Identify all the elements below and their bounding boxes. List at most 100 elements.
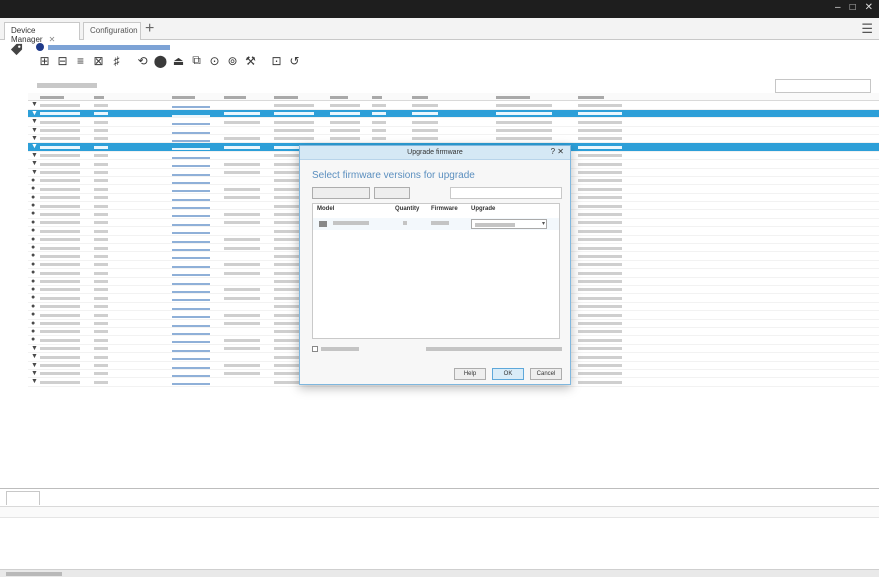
table-row[interactable]: ▼ bbox=[28, 118, 879, 127]
column-header-firmware[interactable]: Firmware bbox=[431, 206, 458, 212]
table-row[interactable]: ▼ bbox=[28, 101, 879, 110]
table-cell bbox=[578, 196, 622, 200]
column-header[interactable] bbox=[274, 95, 298, 99]
column-header[interactable] bbox=[578, 95, 605, 99]
dialog-title-bar: Upgrade firmware ? ✕ bbox=[300, 146, 570, 160]
identify-icon[interactable]: ⊟ bbox=[55, 53, 70, 68]
table-cell bbox=[172, 307, 210, 310]
upgrade-firmware-icon[interactable]: ⬤ bbox=[153, 53, 168, 68]
latest-check-text bbox=[426, 347, 562, 351]
table-cell bbox=[94, 355, 108, 359]
column-header[interactable] bbox=[94, 95, 104, 99]
table-cell bbox=[40, 288, 80, 292]
close-icon[interactable]: ✕ bbox=[557, 147, 564, 156]
table-cell bbox=[224, 162, 260, 166]
device-icon: ▼ bbox=[31, 134, 38, 142]
restore-icon[interactable]: ⊙ bbox=[207, 53, 222, 68]
discover-icon[interactable]: ⊞ bbox=[37, 53, 52, 68]
table-cell bbox=[372, 129, 386, 133]
table-cell bbox=[94, 246, 108, 250]
checkbox[interactable] bbox=[312, 346, 318, 352]
tab-device-manager[interactable]: Device Manager ✕ bbox=[4, 22, 80, 44]
backup-icon[interactable]: ⧉ bbox=[189, 53, 204, 68]
table-cell bbox=[224, 313, 260, 317]
firmware-notice-link[interactable] bbox=[48, 44, 170, 50]
upgrade-firmware-dialog: Upgrade firmware ? ✕ Select firmware ver… bbox=[299, 145, 571, 385]
table-cell bbox=[40, 296, 80, 300]
column-header-quantity[interactable]: Quantity bbox=[395, 206, 419, 212]
table-cell bbox=[224, 187, 260, 191]
table-cell bbox=[274, 129, 314, 133]
history-icon[interactable]: ↺ bbox=[287, 53, 302, 68]
search-box[interactable] bbox=[775, 79, 871, 93]
table-cell bbox=[40, 129, 80, 133]
table-cell bbox=[94, 254, 108, 258]
install-icon[interactable]: ⏏ bbox=[171, 53, 186, 68]
device-icon: ▼ bbox=[31, 151, 38, 159]
table-cell bbox=[40, 263, 80, 267]
table-cell bbox=[224, 364, 260, 367]
add-tab-button[interactable]: + bbox=[145, 20, 154, 38]
table-cell bbox=[224, 296, 260, 300]
tab-bar: Device Manager ✕ Configuration + ☰ bbox=[0, 18, 879, 44]
restart-icon[interactable]: ⊠ bbox=[91, 53, 106, 68]
table-cell bbox=[578, 171, 622, 175]
ok-button[interactable]: OK bbox=[492, 368, 524, 380]
table-cell bbox=[224, 322, 260, 326]
column-header[interactable] bbox=[40, 95, 64, 99]
cancel-button[interactable]: Cancel bbox=[530, 368, 562, 380]
device-icon: ▼ bbox=[31, 118, 38, 126]
column-header[interactable] bbox=[172, 95, 195, 99]
table-cell bbox=[172, 265, 210, 268]
tab-configuration[interactable]: Configuration bbox=[83, 22, 141, 40]
table-cell bbox=[40, 347, 80, 351]
column-header[interactable] bbox=[496, 95, 530, 99]
device-count bbox=[37, 83, 97, 88]
table-row[interactable]: ▾ bbox=[313, 218, 559, 230]
table-cell bbox=[578, 305, 622, 309]
alarm-table-header bbox=[0, 506, 879, 518]
column-header[interactable] bbox=[330, 95, 348, 99]
table-cell bbox=[172, 165, 210, 168]
table-cell bbox=[578, 263, 622, 267]
minimize-button[interactable]: – bbox=[835, 2, 841, 13]
maximize-button[interactable]: □ bbox=[850, 2, 856, 13]
table-cell bbox=[172, 332, 210, 335]
help-button[interactable]: Help bbox=[454, 368, 486, 380]
set-ip-icon[interactable]: ≡ bbox=[73, 53, 88, 68]
table-cell bbox=[496, 120, 552, 124]
dialog-search-input[interactable] bbox=[450, 187, 562, 199]
table-cell bbox=[94, 364, 108, 367]
assign-icon[interactable]: ⊡ bbox=[269, 53, 284, 68]
column-header-upgrade[interactable]: Upgrade bbox=[471, 206, 495, 212]
check-for-updates-button[interactable] bbox=[312, 187, 370, 199]
table-cell bbox=[172, 282, 210, 285]
users-icon[interactable]: ⊚ bbox=[225, 53, 240, 68]
column-header[interactable] bbox=[224, 95, 246, 99]
device-icon: ● bbox=[31, 285, 36, 293]
column-header-model[interactable]: Model bbox=[317, 206, 334, 212]
close-window-button[interactable]: ✕ bbox=[865, 2, 873, 13]
tools-icon[interactable]: ⚒ bbox=[243, 53, 258, 68]
table-cell bbox=[40, 271, 80, 275]
table-cell bbox=[40, 187, 80, 191]
table-row[interactable]: ▼ bbox=[28, 134, 879, 144]
settings-icon[interactable]: ♯ bbox=[109, 53, 124, 68]
tab-tasks[interactable] bbox=[44, 491, 72, 505]
column-header[interactable] bbox=[412, 95, 428, 99]
search-input[interactable] bbox=[776, 80, 870, 93]
table-row[interactable]: ▼ bbox=[28, 127, 879, 135]
tag-icon[interactable] bbox=[10, 43, 23, 56]
table-cell bbox=[412, 137, 438, 141]
help-icon[interactable]: ? bbox=[551, 147, 555, 156]
column-header[interactable] bbox=[372, 95, 382, 99]
hamburger-menu-icon[interactable]: ☰ bbox=[861, 21, 873, 37]
browse-button[interactable] bbox=[374, 187, 410, 199]
refresh-icon[interactable]: ⟲ bbox=[135, 53, 150, 68]
tab-alarms[interactable] bbox=[6, 491, 40, 505]
select-checkbox[interactable] bbox=[312, 346, 359, 352]
table-cell bbox=[578, 120, 622, 124]
table-cell bbox=[172, 232, 210, 235]
upgrade-version-select[interactable]: ▾ bbox=[471, 219, 547, 229]
table-row[interactable]: ▼ bbox=[28, 109, 879, 119]
